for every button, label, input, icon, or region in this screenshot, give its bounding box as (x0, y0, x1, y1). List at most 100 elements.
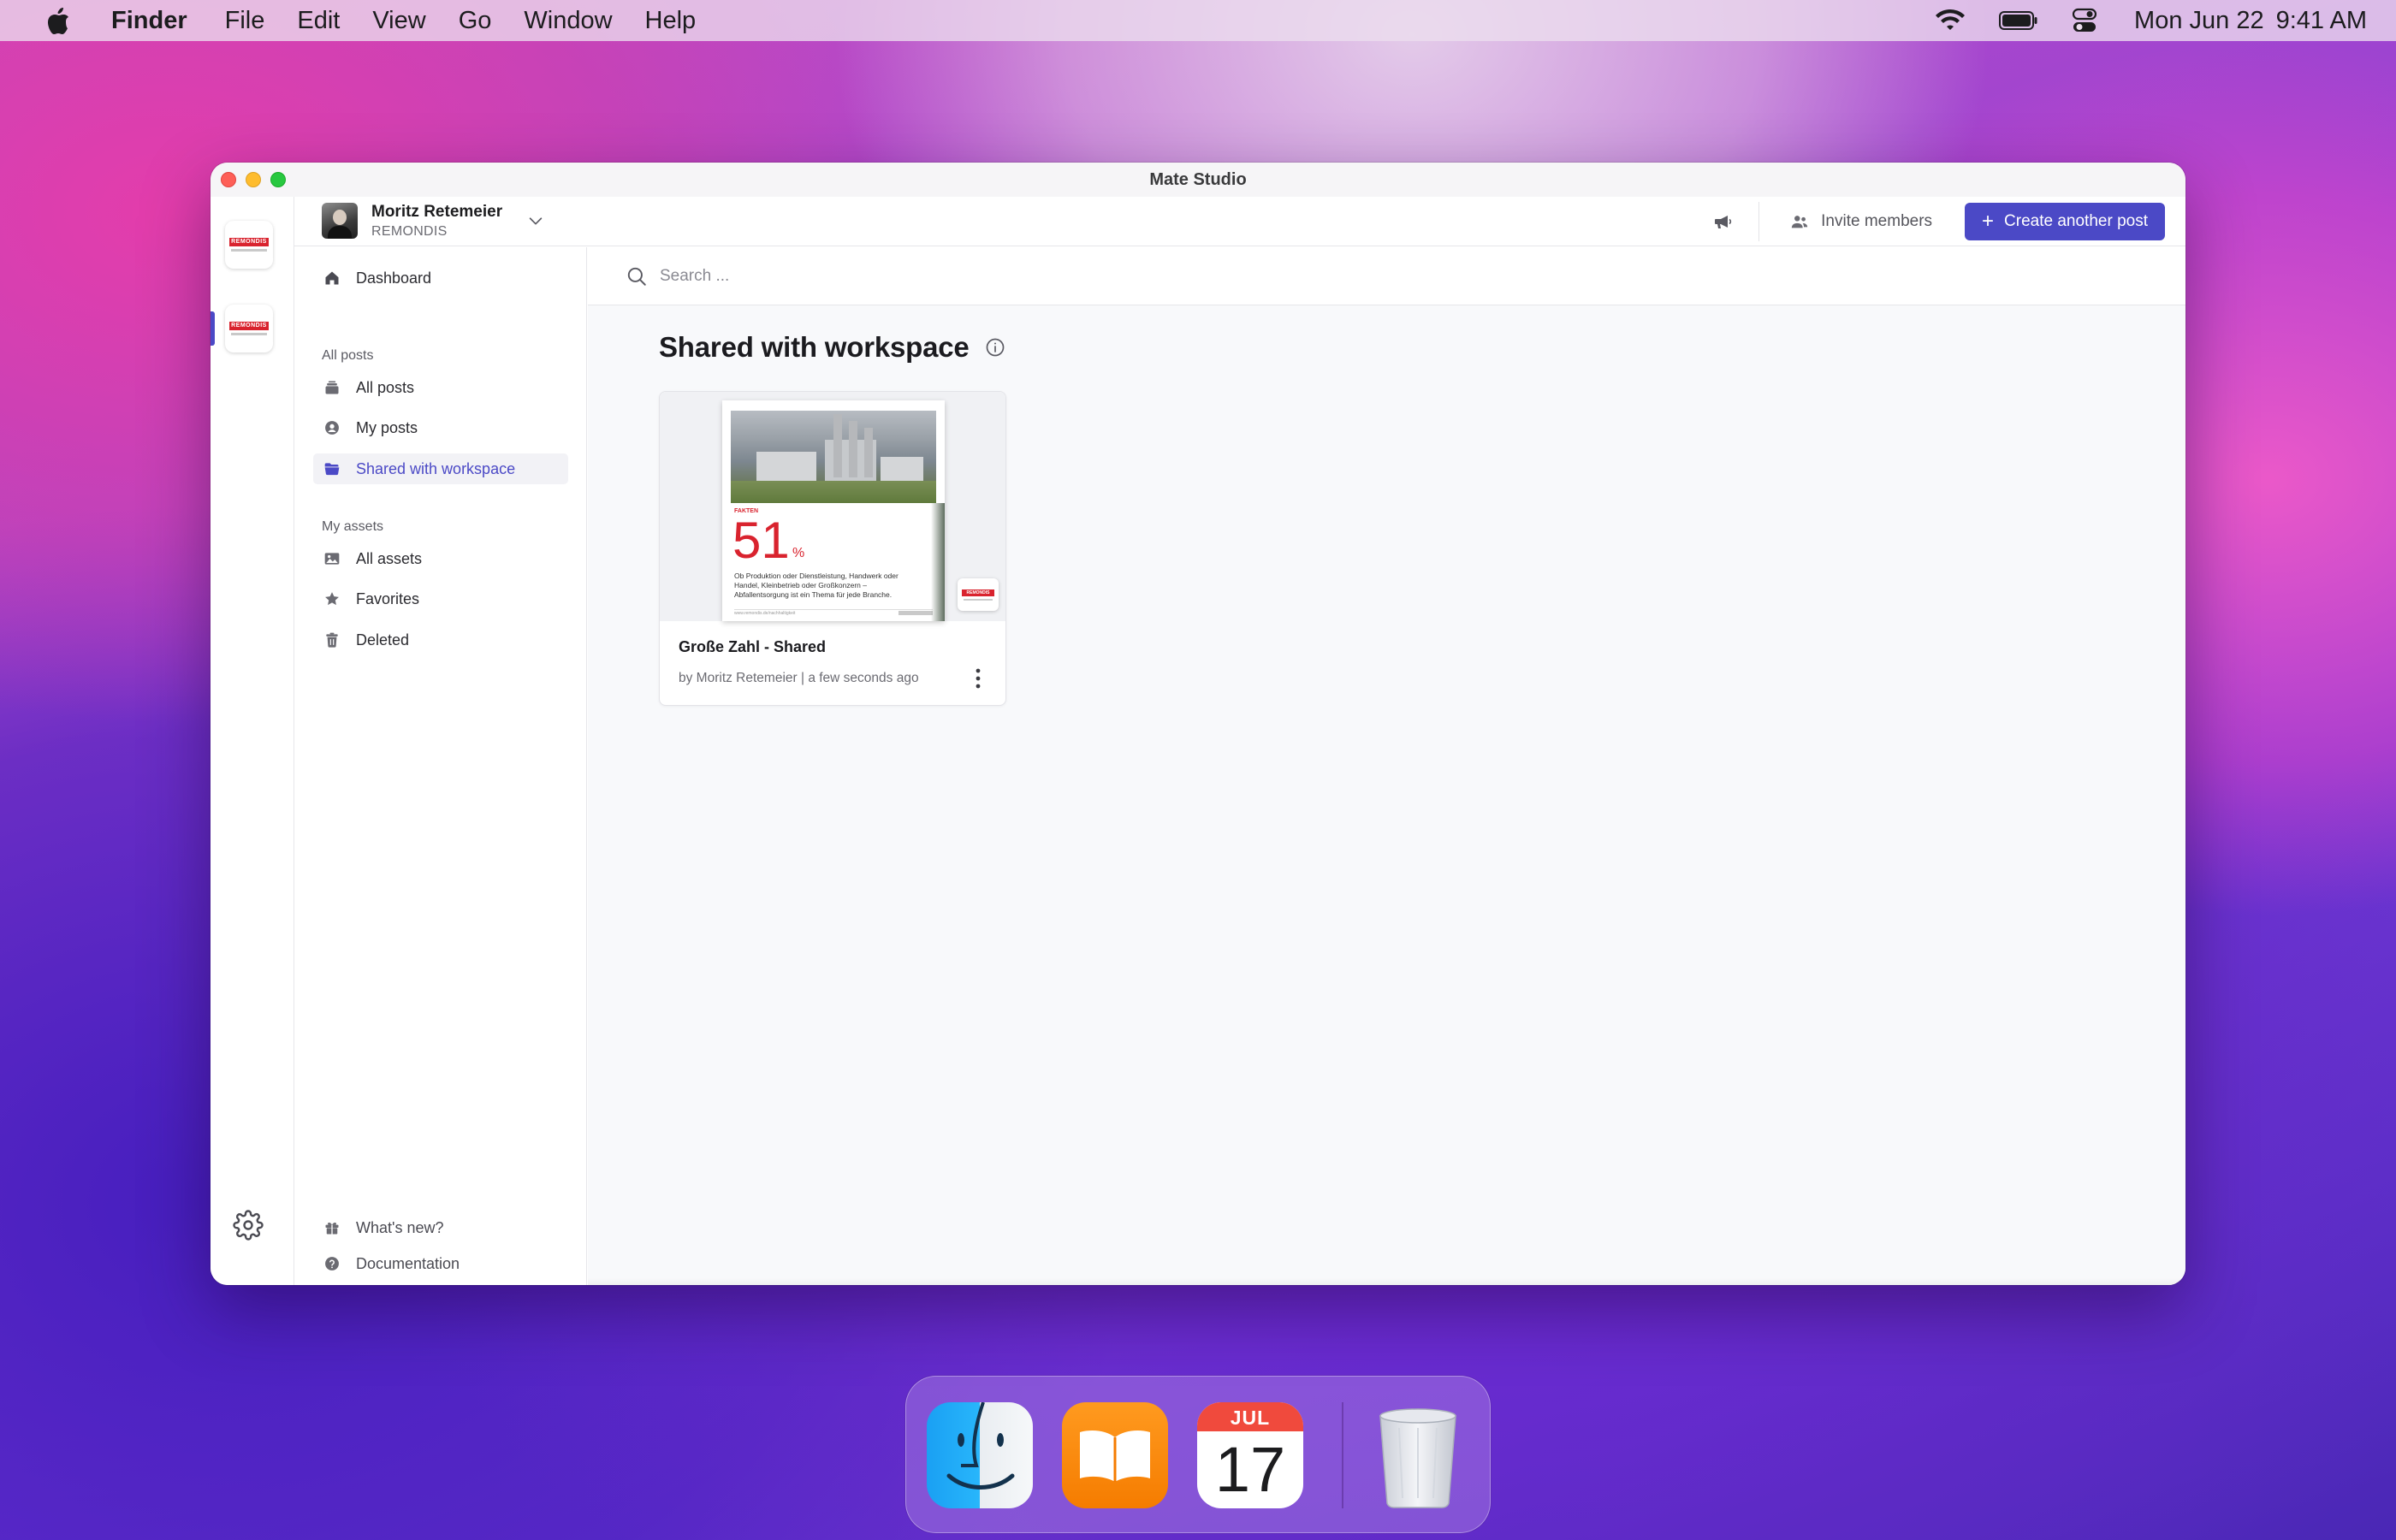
sidebar-item-all-posts[interactable]: All posts (313, 372, 568, 403)
stack-icon (325, 381, 339, 394)
workspace-rail: REMONDIS REMONDIS (211, 197, 294, 1285)
user-name: Moritz Retemeier (371, 202, 503, 221)
chevron-down-icon[interactable] (526, 211, 545, 230)
sidebar-item-all-assets[interactable]: All assets (313, 543, 568, 574)
menu-window[interactable]: Window (524, 7, 612, 35)
main-content: Shared with workspace FAKTEN 51 (588, 247, 2185, 1285)
dock: JUL 17 (905, 1376, 1491, 1533)
user-switcher[interactable]: Moritz Retemeier REMONDIS (322, 198, 545, 243)
post-card-meta: by Moritz Retemeier | a few seconds ago (679, 671, 919, 685)
page-title: Shared with workspace (659, 331, 970, 363)
sidebar-item-label: Dashboard (356, 269, 432, 287)
badge-logo-text: REMONDIS (962, 589, 994, 596)
control-center-icon[interactable] (2073, 8, 2097, 33)
sidebar-item-label: Favorites (356, 589, 420, 607)
menu-edit[interactable]: Edit (297, 7, 340, 35)
users-icon (1791, 216, 1808, 228)
sidebar-item-documentation[interactable]: Documentation (313, 1248, 568, 1279)
menu-file[interactable]: File (225, 7, 265, 35)
logo-tagline (231, 333, 267, 335)
post-body-text: Ob Produktion oder Dienstleistung, Handw… (734, 572, 898, 599)
workspace-switcher-item[interactable]: REMONDIS (225, 221, 273, 269)
section-heading-posts: All posts (322, 348, 374, 363)
sidebar-item-deleted[interactable]: Deleted (313, 625, 568, 655)
info-icon[interactable] (985, 337, 1005, 358)
folder-open-icon (324, 463, 340, 476)
menu-go[interactable]: Go (459, 7, 492, 35)
search-icon (627, 267, 646, 286)
sidebar-item-label: Shared with workspace (356, 459, 516, 477)
close-window-button[interactable] (221, 172, 236, 187)
calendar-day: 17 (1214, 1434, 1286, 1505)
megaphone-icon[interactable] (1712, 211, 1733, 232)
dock-calendar-icon[interactable]: JUL 17 (1197, 1402, 1303, 1508)
sidebar-item-my-posts[interactable]: My posts (313, 412, 568, 443)
organization-name: REMONDIS (371, 223, 448, 239)
post-thumbnail[interactable]: FAKTEN 51 % Ob Produktion oder Dienstlei… (660, 392, 1005, 621)
post-footer-url: www.remondis.de/nachhaltigkeit (734, 611, 796, 616)
trash-icon (326, 632, 338, 648)
menu-view[interactable]: View (372, 7, 425, 35)
more-vertical-icon[interactable] (975, 667, 982, 690)
search-input[interactable] (660, 266, 1173, 286)
menu-date: Mon Jun 22 (2134, 6, 2264, 34)
battery-icon[interactable] (1999, 10, 2038, 31)
post-card-title[interactable]: Große Zahl - Shared (679, 638, 826, 656)
title-bar[interactable]: Mate Studio (211, 163, 2185, 197)
calendar-month: JUL (1197, 1402, 1303, 1431)
sidebar-item-shared-with-workspace[interactable]: Shared with workspace (313, 453, 568, 484)
logo-tagline (964, 598, 993, 601)
plus-icon: + (1982, 210, 1995, 233)
dock-finder-icon[interactable] (927, 1402, 1033, 1508)
header-actions: Invite members + Create another post (1712, 197, 2165, 246)
workspace-logo-text: REMONDIS (229, 238, 269, 246)
industrial-photo (731, 411, 936, 503)
section-heading-assets: My assets (322, 519, 384, 534)
header-divider (1758, 202, 1760, 241)
dock-trash-icon[interactable] (1365, 1402, 1471, 1508)
sidebar-item-label: All posts (356, 378, 415, 396)
menu-clock[interactable]: Mon Jun 22 9:41 AM (2134, 7, 2367, 35)
post-big-number: 51 (732, 512, 790, 569)
sidebar-item-label: My posts (356, 418, 418, 436)
maximize-window-button[interactable] (270, 172, 286, 187)
dock-books-icon[interactable] (1062, 1402, 1168, 1508)
bottom-shadow (588, 1278, 2185, 1285)
sidebar-item-label: Deleted (356, 631, 410, 649)
create-another-post-button[interactable]: + Create another post (1965, 203, 2165, 240)
post-footer-logo (898, 611, 933, 615)
sidebar-item-favorites[interactable]: Favorites (313, 583, 568, 614)
minimize-window-button[interactable] (246, 172, 261, 187)
status-area: Mon Jun 22 9:41 AM (1901, 7, 2367, 35)
sidebar-nav: Dashboard All posts All posts My posts S… (294, 247, 587, 1285)
settings-gear-icon[interactable] (233, 1210, 264, 1241)
page-header: Shared with workspace (659, 331, 1005, 364)
sidebar-item-whats-new[interactable]: What's new? (313, 1212, 568, 1243)
create-post-label: Create another post (2004, 212, 2148, 230)
sidebar-item-label: What's new? (356, 1218, 444, 1236)
dock-divider (1342, 1402, 1343, 1508)
post-card[interactable]: FAKTEN 51 % Ob Produktion oder Dienstlei… (659, 391, 1006, 706)
image-icon (324, 553, 340, 565)
wifi-icon[interactable] (1936, 9, 1966, 33)
app-window: Mate Studio REMONDIS REMONDIS Moritz Ret… (211, 163, 2185, 1285)
invite-members-label: Invite members (1821, 212, 1933, 230)
star-icon (325, 592, 339, 606)
menu-time: 9:41 AM (2275, 6, 2367, 34)
logo-tagline (231, 249, 267, 252)
invite-members-button[interactable]: Invite members (1790, 212, 1932, 231)
user-circle-icon (325, 421, 339, 435)
sidebar-item-label: All assets (356, 549, 423, 567)
sidebar-item-label: Documentation (356, 1254, 460, 1272)
gift-icon (325, 1222, 339, 1235)
photo-edge (931, 503, 945, 621)
home-icon (325, 271, 339, 285)
avatar (322, 203, 358, 239)
sidebar-item-dashboard[interactable]: Dashboard (313, 263, 568, 293)
apple-icon[interactable] (46, 6, 70, 35)
menu-app-name[interactable]: Finder (111, 7, 187, 35)
menu-help[interactable]: Help (645, 7, 697, 35)
active-workspace-indicator (211, 311, 215, 346)
workspace-logo-text: REMONDIS (229, 322, 269, 330)
workspace-switcher-item-active[interactable]: REMONDIS (225, 305, 273, 352)
